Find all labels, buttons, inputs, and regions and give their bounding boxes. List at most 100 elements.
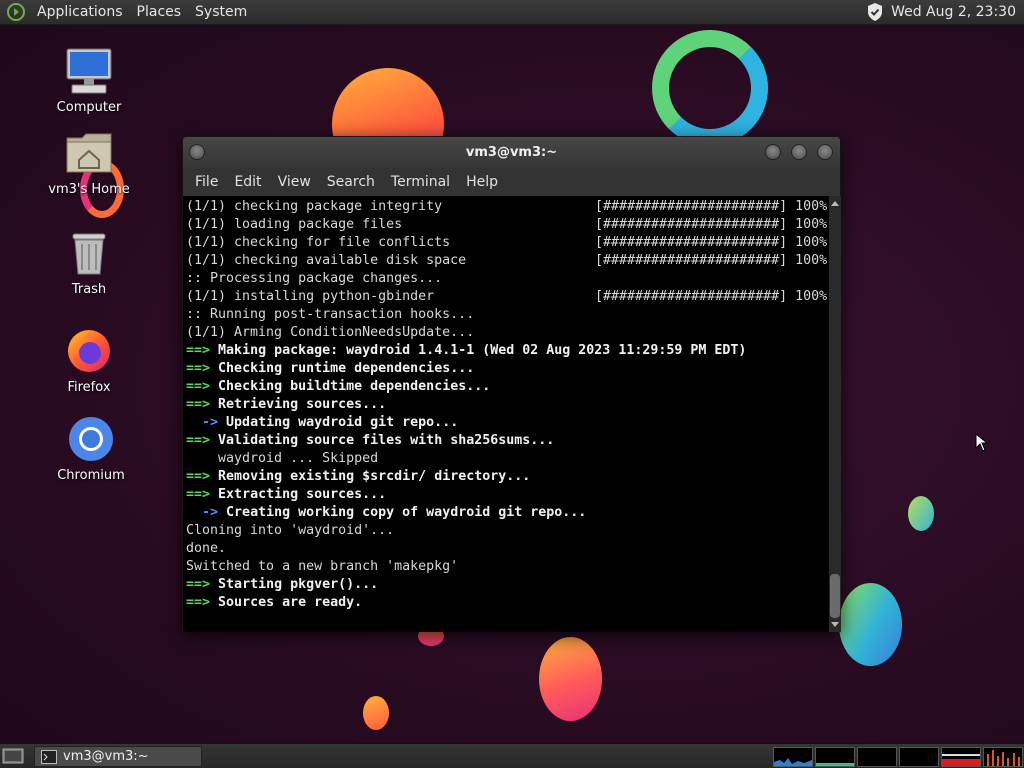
firefox-icon — [68, 330, 110, 372]
load-monitor-graph[interactable] — [899, 747, 939, 767]
terminal-line: (1/1) Arming ConditionNeedsUpdate... — [186, 324, 829, 342]
places-menu[interactable]: Places — [130, 0, 189, 25]
terminal-window[interactable]: vm3@vm3:~ File Edit View Search Terminal… — [182, 136, 841, 632]
menu-view[interactable]: View — [270, 174, 319, 190]
line-text: Updating waydroid git repo... — [226, 415, 459, 430]
wallpaper-green-blue-blob — [839, 583, 902, 666]
menu-file[interactable]: File — [187, 174, 226, 190]
line-text: done. — [186, 541, 227, 556]
swap-monitor-graph[interactable] — [857, 747, 897, 767]
desktop-icon-label: Chromium — [57, 468, 125, 483]
terminal-line: ==> Removing existing $srcdir/ directory… — [186, 468, 829, 486]
line-arrow: ==> — [186, 487, 211, 502]
window-titlebar[interactable]: vm3@vm3:~ — [183, 137, 840, 168]
distro-logo-icon[interactable] — [6, 2, 26, 22]
line-arrow: ==> — [186, 361, 211, 376]
wallpaper-small-green-blob — [908, 496, 934, 531]
line-text: waydroid ... Skipped — [186, 451, 379, 466]
terminal-line: ==> Checking runtime dependencies... — [186, 360, 829, 378]
terminal-line: ==> Validating source files with sha256s… — [186, 432, 829, 450]
menu-terminal[interactable]: Terminal — [383, 174, 458, 190]
line-text: Checking runtime dependencies... — [218, 361, 475, 376]
progress-bar-text: [######################] 100% — [595, 199, 828, 214]
terminal-menubar: File Edit View Search Terminal Help — [183, 168, 840, 196]
line-sub-arrow: -> — [186, 505, 219, 520]
line-arrow: ==> — [186, 595, 211, 610]
line-text: Switched to a new branch 'makepkg' — [186, 559, 459, 574]
line-text: Retrieving sources... — [218, 397, 387, 412]
desktop-icon-label: Trash — [71, 282, 107, 297]
window-menu-button[interactable] — [189, 144, 205, 160]
scroll-down-arrow-icon[interactable] — [829, 620, 841, 630]
line-text: (1/1) checking for file conflicts — [186, 235, 451, 250]
line-text: (1/1) installing python-gbinder — [186, 289, 435, 304]
wallpaper-pink-blob — [539, 637, 602, 721]
trash-icon — [72, 233, 106, 275]
line-arrow: ==> — [186, 343, 211, 358]
shield-icon[interactable] — [865, 2, 885, 22]
scrollbar-thumb[interactable] — [830, 574, 840, 618]
home-folder-icon — [66, 133, 112, 173]
network-monitor-graph[interactable] — [773, 747, 813, 767]
desktop-icon-firefox[interactable]: Firefox — [34, 326, 144, 395]
show-desktop-icon[interactable] — [2, 747, 24, 765]
scroll-up-arrow-icon[interactable] — [829, 198, 841, 208]
mouse-cursor-icon — [975, 433, 989, 452]
line-arrow: ==> — [186, 577, 211, 592]
terminal-line: (1/1) checking for file conflicts [######… — [186, 234, 829, 252]
terminal-line: :: Processing package changes... — [186, 270, 829, 288]
line-text: Sources are ready. — [218, 595, 363, 610]
terminal-line: (1/1) installing python-gbinder [########… — [186, 288, 829, 306]
progress-bar-text: [######################] 100% — [595, 217, 828, 232]
memory-monitor-graph[interactable] — [815, 747, 855, 767]
line-text: Extracting sources... — [218, 487, 387, 502]
line-text: Validating source files with sha256sums.… — [218, 433, 555, 448]
line-text: Removing existing $srcdir/ directory... — [218, 469, 531, 484]
taskbar-button-terminal[interactable]: vm3@vm3:~ — [34, 746, 202, 767]
wallpaper-small-blob — [363, 696, 389, 730]
line-text: (1/1) loading package files — [186, 217, 403, 232]
close-button[interactable] — [817, 144, 833, 160]
bottom-panel: vm3@vm3:~ — [0, 743, 1024, 768]
line-text: Creating working copy of waydroid git re… — [226, 505, 587, 520]
desktop-icon-home[interactable]: vm3's Home — [34, 128, 144, 197]
line-text: :: Processing package changes... — [186, 271, 443, 286]
line-arrow: ==> — [186, 433, 211, 448]
terminal-icon — [41, 750, 57, 764]
menu-edit[interactable]: Edit — [226, 174, 269, 190]
applications-menu[interactable]: Applications — [30, 0, 130, 25]
top-panel: Applications Places System Wed Aug 2, 23… — [0, 0, 1024, 25]
line-text: (1/1) checking available disk space — [186, 253, 467, 268]
system-menu[interactable]: System — [188, 0, 254, 25]
desktop-icon-trash[interactable]: Trash — [34, 228, 144, 297]
terminal-line: done. — [186, 540, 829, 558]
terminal-output[interactable]: (1/1) checking package integrity [#######… — [183, 196, 829, 632]
desktop-icon-label: Firefox — [67, 380, 111, 395]
cpu-monitor-graph[interactable] — [983, 747, 1023, 767]
terminal-line: (1/1) checking available disk space [####… — [186, 252, 829, 270]
line-text: (1/1) Arming ConditionNeedsUpdate... — [186, 325, 475, 340]
menu-help[interactable]: Help — [458, 174, 506, 190]
terminal-line: ==> Making package: waydroid 1.4.1-1 (We… — [186, 342, 829, 360]
line-arrow: ==> — [186, 397, 211, 412]
terminal-line: ==> Sources are ready. — [186, 594, 829, 612]
desktop-icon-chromium[interactable]: Chromium — [36, 414, 146, 483]
clock[interactable]: Wed Aug 2, 23:30 — [885, 4, 1024, 20]
wallpaper-ring — [652, 30, 768, 146]
terminal-line: ==> Checking buildtime dependencies... — [186, 378, 829, 396]
terminal-line: -> Updating waydroid git repo... — [186, 414, 829, 432]
desktop-icon-computer[interactable]: Computer — [34, 46, 144, 115]
terminal-line: Cloning into 'waydroid'... — [186, 522, 829, 540]
desktop-icon-label: vm3's Home — [48, 182, 130, 197]
terminal-scrollbar[interactable] — [829, 196, 841, 632]
maximize-button[interactable] — [791, 144, 807, 160]
terminal-line: :: Running post-transaction hooks... — [186, 306, 829, 324]
line-sub-arrow: -> — [186, 415, 219, 430]
terminal-line: (1/1) loading package files [############… — [186, 216, 829, 234]
progress-bar-text: [######################] 100% — [595, 253, 828, 268]
menu-search[interactable]: Search — [319, 174, 383, 190]
disk-monitor-graph[interactable] — [941, 747, 981, 767]
minimize-button[interactable] — [765, 144, 781, 160]
line-text: Starting pkgver()... — [218, 577, 379, 592]
desktop-icon-label: Computer — [56, 100, 122, 115]
